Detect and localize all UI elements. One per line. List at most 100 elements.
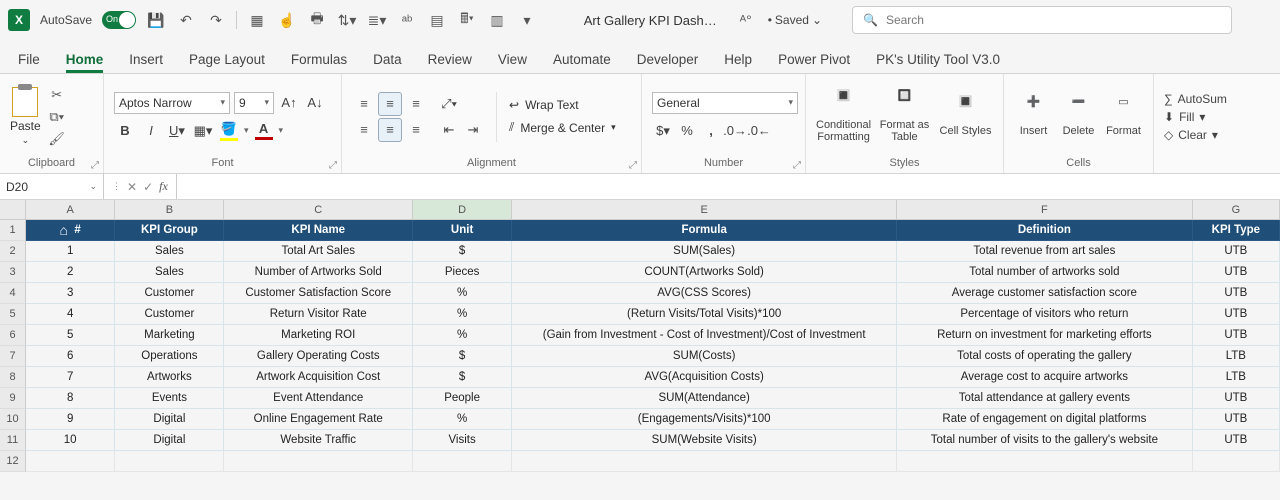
row-header[interactable]: 10 [0,409,26,430]
table-cell[interactable] [512,451,897,472]
table-cell[interactable]: SUM(Website Visits) [512,430,897,451]
table-cell[interactable]: 6 [26,346,115,367]
table-cell[interactable]: AVG(Acquisition Costs) [512,367,897,388]
decrease-decimal-icon[interactable]: .0← [748,120,770,142]
table-cell[interactable] [224,451,413,472]
table-cell[interactable]: % [413,409,512,430]
row-header[interactable]: 7 [0,346,26,367]
table-cell[interactable]: Event Attendance [224,388,413,409]
table-cell[interactable]: Return Visitor Rate [224,304,413,325]
table-cell[interactable]: UTB [1193,430,1280,451]
borders-button[interactable]: ▦▾ [192,120,214,142]
undo-icon[interactable]: ↶ [176,10,196,30]
freeze-panes-icon[interactable]: ▤ [427,10,447,30]
row-header[interactable]: 4 [0,283,26,304]
table-cell[interactable]: Online Engagement Rate [224,409,413,430]
table-cell[interactable]: Return on investment for marketing effor… [897,325,1193,346]
column-header[interactable]: C [224,200,413,220]
insert-cells-button[interactable]: ➕ Insert [1014,96,1053,137]
column-header[interactable]: B [115,200,224,220]
fill-color-button[interactable]: 🪣 [218,120,240,142]
conditional-formatting-button[interactable]: 🔳 Conditional Formatting [816,90,871,143]
tab-power-pivot[interactable]: Power Pivot [778,52,850,73]
name-box[interactable]: D20 ⌄ [0,174,104,199]
table-cell[interactable]: LTB [1193,367,1280,388]
decrease-font-icon[interactable]: A↓ [304,92,326,114]
merge-center-button[interactable]: ⫽ Merge & Center ▾ [509,120,616,135]
table-cell[interactable]: Customer [115,304,224,325]
row-header[interactable]: 3 [0,262,26,283]
expand-icon[interactable]: ⋮ [112,181,121,192]
table-cell[interactable]: Total number of artworks sold [897,262,1193,283]
table-cell[interactable]: Marketing ROI [224,325,413,346]
row-header[interactable]: 12 [0,451,26,472]
row-header[interactable]: 11 [0,430,26,451]
table-cell[interactable]: SUM(Sales) [512,241,897,262]
calculator-icon[interactable]: 🖩▾ [457,10,477,30]
table-cell[interactable]: Total Art Sales [224,241,413,262]
macros-icon[interactable]: ▥ [487,10,507,30]
font-name-combo[interactable]: Aptos Narrow▾ [114,92,230,114]
table-cell[interactable]: 8 [26,388,115,409]
table-cell[interactable] [115,451,224,472]
tab-file[interactable]: File [18,52,40,73]
row-header[interactable]: 9 [0,388,26,409]
table-cell[interactable]: 1 [26,241,115,262]
touch-mode-icon[interactable]: ☝ [277,10,297,30]
search-box[interactable]: 🔍 Search [852,6,1232,34]
table-cell[interactable]: $ [413,367,512,388]
table-cell[interactable]: 3 [26,283,115,304]
borders-icon[interactable]: ▦ [247,10,267,30]
table-cell[interactable]: 7 [26,367,115,388]
bold-button[interactable]: B [114,120,136,142]
table-cell[interactable]: Artworks [115,367,224,388]
table-cell[interactable]: Percentage of visitors who return [897,304,1193,325]
increase-font-icon[interactable]: A↑ [278,92,300,114]
cancel-formula-icon[interactable]: ✕ [127,180,137,194]
table-cell[interactable]: People [413,388,512,409]
comma-format-icon[interactable]: , [700,120,722,142]
table-cell[interactable]: Pieces [413,262,512,283]
decrease-indent-icon[interactable]: ⇤ [438,119,460,141]
italic-button[interactable]: I [140,120,162,142]
tab-insert[interactable]: Insert [129,52,163,73]
table-cell[interactable]: Website Traffic [224,430,413,451]
table-cell[interactable]: Marketing [115,325,224,346]
table-cell[interactable]: (Return Visits/Total Visits)*100 [512,304,897,325]
cell-styles-button[interactable]: 🔳 Cell Styles [938,96,993,137]
column-header[interactable]: D [413,200,512,220]
number-launcher-icon[interactable]: ⤢ [793,160,801,171]
row-header[interactable]: 8 [0,367,26,388]
table-cell[interactable]: Artwork Acquisition Cost [224,367,413,388]
wrap-text-button[interactable]: ↩ Wrap Text [509,98,616,112]
percent-format-icon[interactable]: % [676,120,698,142]
accounting-format-icon[interactable]: $▾ [652,120,674,142]
table-cell[interactable]: Events [115,388,224,409]
table-cell[interactable]: Customer Satisfaction Score [224,283,413,304]
fill-color-dropdown-icon[interactable]: ▾ [244,125,249,136]
document-title[interactable]: Art Gallery KPI Dashb… [584,13,724,28]
save-icon[interactable]: 💾 [146,10,166,30]
table-cell[interactable]: Rate of engagement on digital platforms [897,409,1193,430]
sort-icon[interactable]: ⇅▾ [337,10,357,30]
table-cell[interactable]: Number of Artworks Sold [224,262,413,283]
delete-cells-button[interactable]: ➖ Delete [1059,96,1098,137]
table-cell[interactable]: 5 [26,325,115,346]
paste-button[interactable]: Paste ⌄ [10,87,41,146]
table-cell[interactable]: Total number of visits to the gallery's … [897,430,1193,451]
tab-automate[interactable]: Automate [553,52,611,73]
table-cell[interactable]: UTB [1193,325,1280,346]
table-cell[interactable]: SUM(Attendance) [512,388,897,409]
column-header[interactable]: G [1193,200,1280,220]
table-header-cell[interactable]: Unit [413,220,512,241]
clear-button[interactable]: ◇Clear▾ [1164,128,1227,142]
table-cell[interactable]: Total attendance at gallery events [897,388,1193,409]
table-cell[interactable]: UTB [1193,388,1280,409]
table-cell[interactable]: 10 [26,430,115,451]
table-cell[interactable]: Total costs of operating the gallery [897,346,1193,367]
table-cell[interactable]: % [413,304,512,325]
table-cell[interactable]: 2 [26,262,115,283]
table-cell[interactable]: LTB [1193,346,1280,367]
table-cell[interactable]: Total revenue from art sales [897,241,1193,262]
orientation-icon[interactable]: ⤢▾ [438,93,460,115]
